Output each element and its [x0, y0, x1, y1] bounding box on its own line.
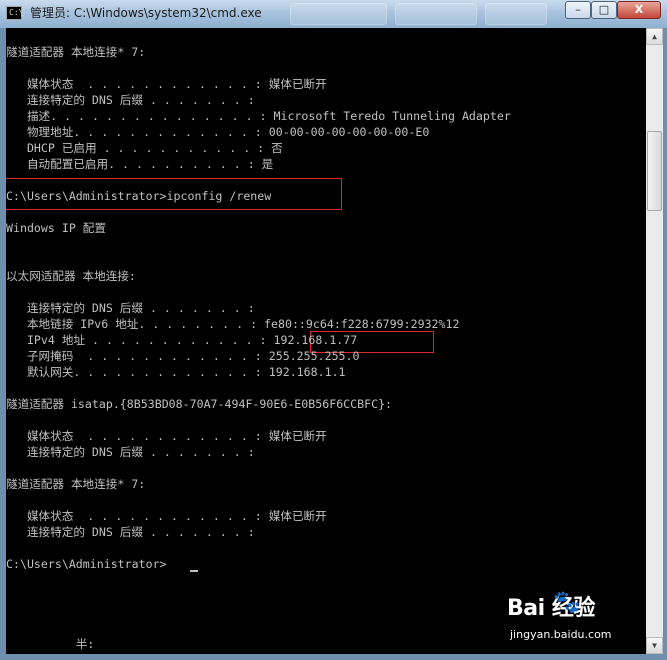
console-line: C:\Users\Administrator>	[6, 557, 167, 571]
cmd-app-icon[interactable]: C:\	[6, 6, 23, 20]
console-line: 隧道适配器 本地连接* 7:	[6, 45, 146, 59]
console-line: 描述. . . . . . . . . . . . . . . : Micros…	[6, 109, 511, 123]
console-line: Windows IP 配置	[6, 221, 106, 235]
cmd-window: C:\ 管理员: C:\Windows\system32\cmd.exe – □…	[0, 0, 667, 660]
console-line: IPv4 地址 . . . . . . . . . . . . : 192.16…	[6, 333, 358, 347]
console-line: 连接特定的 DNS 后缀 . . . . . . . :	[6, 301, 255, 315]
maximize-button[interactable]: □	[591, 1, 617, 19]
watermark-url: jingyan.baidu.com	[510, 628, 612, 641]
console-line: 隧道适配器 本地连接* 7:	[6, 477, 146, 491]
watermark-logo: Bai 经验	[507, 596, 595, 621]
console-line: 隧道适配器 isatap.{8B53BD08-70A7-494F-90E6-E0…	[6, 397, 393, 411]
background-window-tab	[290, 3, 387, 25]
console-line: 默认网关. . . . . . . . . . . . . : 192.168.…	[6, 365, 346, 379]
console-line: 媒体状态 . . . . . . . . . . . . : 媒体已断开	[6, 77, 327, 91]
background-window-tab	[395, 3, 477, 25]
baidu-jingyan-watermark: Bai 经验 🐾 jingyan.baidu.com	[505, 590, 655, 654]
console-line: 连接特定的 DNS 后缀 . . . . . . . :	[6, 445, 255, 459]
background-window-tab	[485, 3, 547, 25]
window-title: 管理员: C:\Windows\system32\cmd.exe	[30, 6, 262, 20]
console-line: 媒体状态 . . . . . . . . . . . . : 媒体已断开	[6, 509, 327, 523]
console-line: 连接特定的 DNS 后缀 . . . . . . . :	[6, 525, 255, 539]
vertical-scrollbar[interactable]: ▲ ▼	[646, 28, 663, 654]
scrollbar-thumb[interactable]	[647, 131, 662, 211]
console-line: 半:	[6, 637, 95, 651]
title-bar[interactable]: C:\ 管理员: C:\Windows\system32\cmd.exe – □…	[0, 0, 667, 28]
paw-icon: 🐾	[553, 590, 581, 615]
console-line: 子网掩码 . . . . . . . . . . . . : 255.255.2…	[6, 349, 360, 363]
console-line: DHCP 已启用 . . . . . . . . . . . : 否	[6, 141, 283, 155]
console-output[interactable]: 隧道适配器 本地连接* 7: 媒体状态 . . . . . . . . . . …	[6, 28, 646, 654]
text-cursor	[190, 570, 198, 572]
minimize-button[interactable]: –	[565, 1, 591, 19]
console-line: 物理地址. . . . . . . . . . . . . : 00-00-00…	[6, 125, 430, 139]
console-line: 自动配置已启用. . . . . . . . . . : 是	[6, 157, 274, 171]
console-line: 本地链接 IPv6 地址. . . . . . . . : fe80::9c64…	[6, 317, 460, 331]
console-line: 连接特定的 DNS 后缀 . . . . . . . :	[6, 93, 255, 107]
console-line: 媒体状态 . . . . . . . . . . . . : 媒体已断开	[6, 429, 327, 443]
console-line: C:\Users\Administrator>ipconfig /renew	[6, 189, 272, 203]
close-button[interactable]: X	[617, 1, 661, 19]
console-line: 以太网适配器 本地连接:	[6, 269, 136, 283]
scroll-up-arrow-icon[interactable]: ▲	[646, 28, 663, 45]
